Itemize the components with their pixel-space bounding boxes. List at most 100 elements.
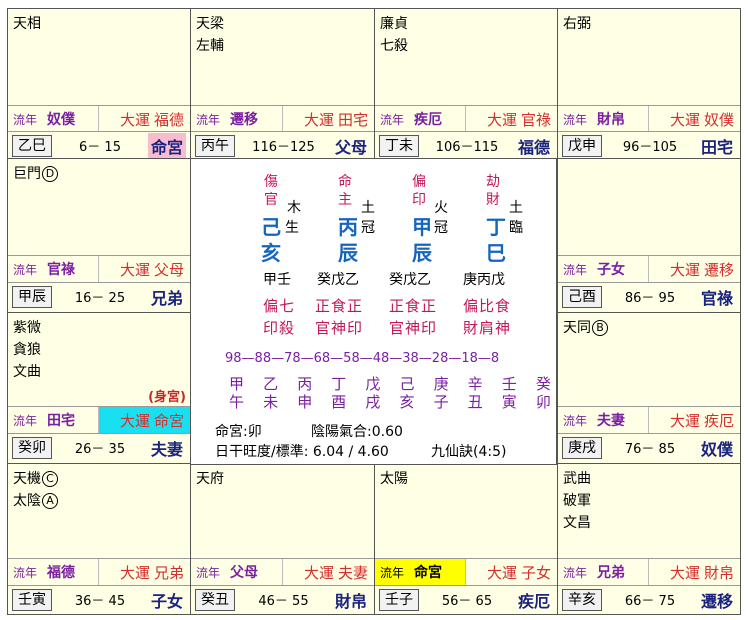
palace-name: 田宅	[700, 137, 733, 157]
ganzhi-label[interactable]: 己酉	[562, 285, 602, 308]
palace-yin[interactable]: 天機 C 太陰 A 流年 福德 大運 兄弟 壬寅 36－ 45 子女	[7, 463, 191, 615]
liunian-palace: 命宮	[414, 565, 443, 581]
liunian-palace: 遷移	[230, 112, 259, 128]
flow-row: 流年 兄弟 大運 財帛	[558, 558, 740, 585]
star-list: 武曲 破軍 文昌	[563, 468, 591, 534]
star: 文曲	[13, 364, 41, 380]
palace-mao[interactable]: 紫微 貪狼 文曲 (身宮) 流年 田宅 大運 命宮 癸卯 26－ 35 夫妻	[7, 312, 191, 464]
star-list: 太陽	[380, 468, 408, 490]
flow-row: 流年 疾厄 大運 官祿	[375, 105, 557, 132]
star-list: 天機 C 太陰 A	[13, 468, 58, 512]
dayun-branch: 午	[229, 393, 245, 411]
palace-chen[interactable]: 巨門 D 流年 官祿 大運 父母 甲辰 16－ 25 兄弟	[7, 158, 191, 313]
hidden-gods: 正食正	[389, 297, 438, 315]
ganzhi-label[interactable]: 壬子	[379, 588, 419, 611]
earthly-branch: 巳	[486, 241, 506, 265]
heavenly-stem: 丙	[338, 215, 358, 239]
star: 天梁	[196, 16, 224, 32]
sihua-badge: C	[42, 471, 58, 487]
earthly-branch: 亥	[261, 241, 281, 265]
dayun-palace: 命宮	[153, 411, 184, 430]
flow-row: 流年 田宅 大運 命宮	[8, 406, 190, 433]
dayun-label: 大運	[303, 110, 334, 129]
dayun-branch: 子	[433, 393, 449, 411]
flow-row: 流年 夫妻 大運 疾厄	[558, 406, 740, 433]
hidden-stems: 甲壬	[263, 272, 291, 288]
star: 巨門	[13, 166, 41, 182]
base-row: 壬寅 36－ 45 子女	[8, 585, 190, 613]
heavenly-stem: 丁	[486, 215, 506, 239]
palace-you[interactable]: 流年 子女 大運 遷移 己酉 86－ 95 官祿	[557, 158, 741, 313]
age-range: 76－ 85	[624, 442, 676, 457]
palace-name: 遷移	[700, 591, 733, 611]
ganzhi-label[interactable]: 壬寅	[12, 588, 52, 611]
age-range: 56－ 65	[441, 594, 493, 609]
liunian-label: 流年	[380, 112, 405, 127]
star: 天府	[196, 471, 224, 487]
sihua-badge: B	[592, 320, 608, 336]
center-panel: 傷 官 木 己 生 亥 甲壬 偏七 印殺 命 主 土 丙 冠 辰 癸戊乙 正食正…	[190, 158, 557, 465]
base-row: 丙午 116－125 父母	[191, 131, 374, 158]
dayun-label: 大運	[486, 563, 517, 582]
flow-row: 流年 奴僕 大運 福德	[8, 105, 190, 132]
age-range: 36－ 45	[74, 594, 126, 609]
element-label: 土	[509, 200, 523, 216]
palace-chou[interactable]: 天府 流年 父母 大運 夫妻 癸丑 46－ 55 財帛	[190, 463, 375, 615]
palace-shen[interactable]: 右弼 流年 財帛 大運 奴僕 戊申 96－105 田宅	[557, 8, 741, 159]
liunian-palace: 疾厄	[414, 112, 443, 128]
earthly-branch: 辰	[338, 241, 358, 265]
star: 廉貞	[380, 16, 408, 32]
dayun-label: 大運	[669, 260, 700, 279]
flow-row: 流年 財帛 大運 奴僕	[558, 105, 740, 132]
age-range: 26－ 35	[74, 442, 126, 457]
dayun-palace: 福德	[153, 110, 184, 129]
liunian-label: 流年	[380, 565, 405, 580]
palace-name: 福德	[517, 137, 550, 157]
dayun-palace: 田宅	[337, 110, 368, 129]
age-range: 16－ 25	[74, 291, 126, 306]
dayun-label: 大運	[119, 563, 150, 582]
liunian-label: 流年	[13, 112, 38, 127]
flow-row: 流年 官祿 大運 父母	[8, 255, 190, 282]
palace-si[interactable]: 天相 流年 奴僕 大運 福德 乙巳 6－ 15 命宮	[7, 8, 191, 159]
shengong-marker: (身宮)	[148, 390, 186, 405]
palace-zi[interactable]: 太陽 流年 命宮 大運 子女 壬子 56－ 65 疾厄	[374, 463, 558, 615]
heavenly-stem: 己	[261, 215, 281, 239]
star: 左輔	[196, 38, 224, 54]
star: 天相	[13, 16, 41, 32]
earthly-branch: 辰	[412, 241, 432, 265]
flow-row: 流年 子女 大運 遷移	[558, 255, 740, 282]
dayun-palace: 財帛	[703, 563, 734, 582]
dayun-label: 大運	[303, 563, 334, 582]
dayun-branch: 卯	[535, 393, 551, 411]
star: 天同	[563, 320, 591, 336]
ganzhi-label[interactable]: 丙午	[195, 134, 235, 157]
dayun-label: 大運	[669, 563, 700, 582]
ganzhi-label[interactable]: 癸丑	[195, 588, 235, 611]
star-list: 天府	[196, 468, 224, 490]
liunian-palace: 福德	[47, 565, 76, 581]
top-strip	[0, 0, 748, 6]
dayun-branch: 酉	[331, 393, 347, 411]
life-phase: 生	[285, 220, 299, 236]
palace-wu[interactable]: 天梁 左輔 流年 遷移 大運 田宅 丙午 116－125 父母	[190, 8, 375, 159]
palace-xu[interactable]: 天同 B 流年 夫妻 大運 疾厄 庚戌 76－ 85 奴僕	[557, 312, 741, 464]
dayun-branch: 寅	[501, 393, 517, 411]
ganzhi-label[interactable]: 乙巳	[12, 134, 52, 157]
ganzhi-label[interactable]: 癸卯	[12, 436, 52, 459]
base-row: 甲辰 16－ 25 兄弟	[8, 282, 190, 310]
palace-wei[interactable]: 廉貞 七殺 流年 疾厄 大運 官祿 丁未 106－115 福德	[374, 8, 558, 159]
liunian-palace: 父母	[230, 565, 259, 581]
ganzhi-label[interactable]: 庚戌	[562, 436, 602, 459]
life-phase: 冠	[361, 220, 375, 236]
star-list: 天相	[13, 13, 41, 35]
base-row: 癸丑 46－ 55 財帛	[191, 585, 374, 613]
ganzhi-label[interactable]: 甲辰	[12, 285, 52, 308]
star-list: 天同 B	[563, 317, 608, 339]
ganzhi-label[interactable]: 丁未	[379, 134, 419, 157]
ten-god-top: 官	[264, 192, 278, 208]
ganzhi-label[interactable]: 辛亥	[562, 588, 602, 611]
palace-hai[interactable]: 武曲 破軍 文昌 流年 兄弟 大運 財帛 辛亥 66－ 75 遷移	[557, 463, 741, 615]
dayun-palace: 子女	[520, 563, 551, 582]
ganzhi-label[interactable]: 戊申	[562, 134, 602, 157]
